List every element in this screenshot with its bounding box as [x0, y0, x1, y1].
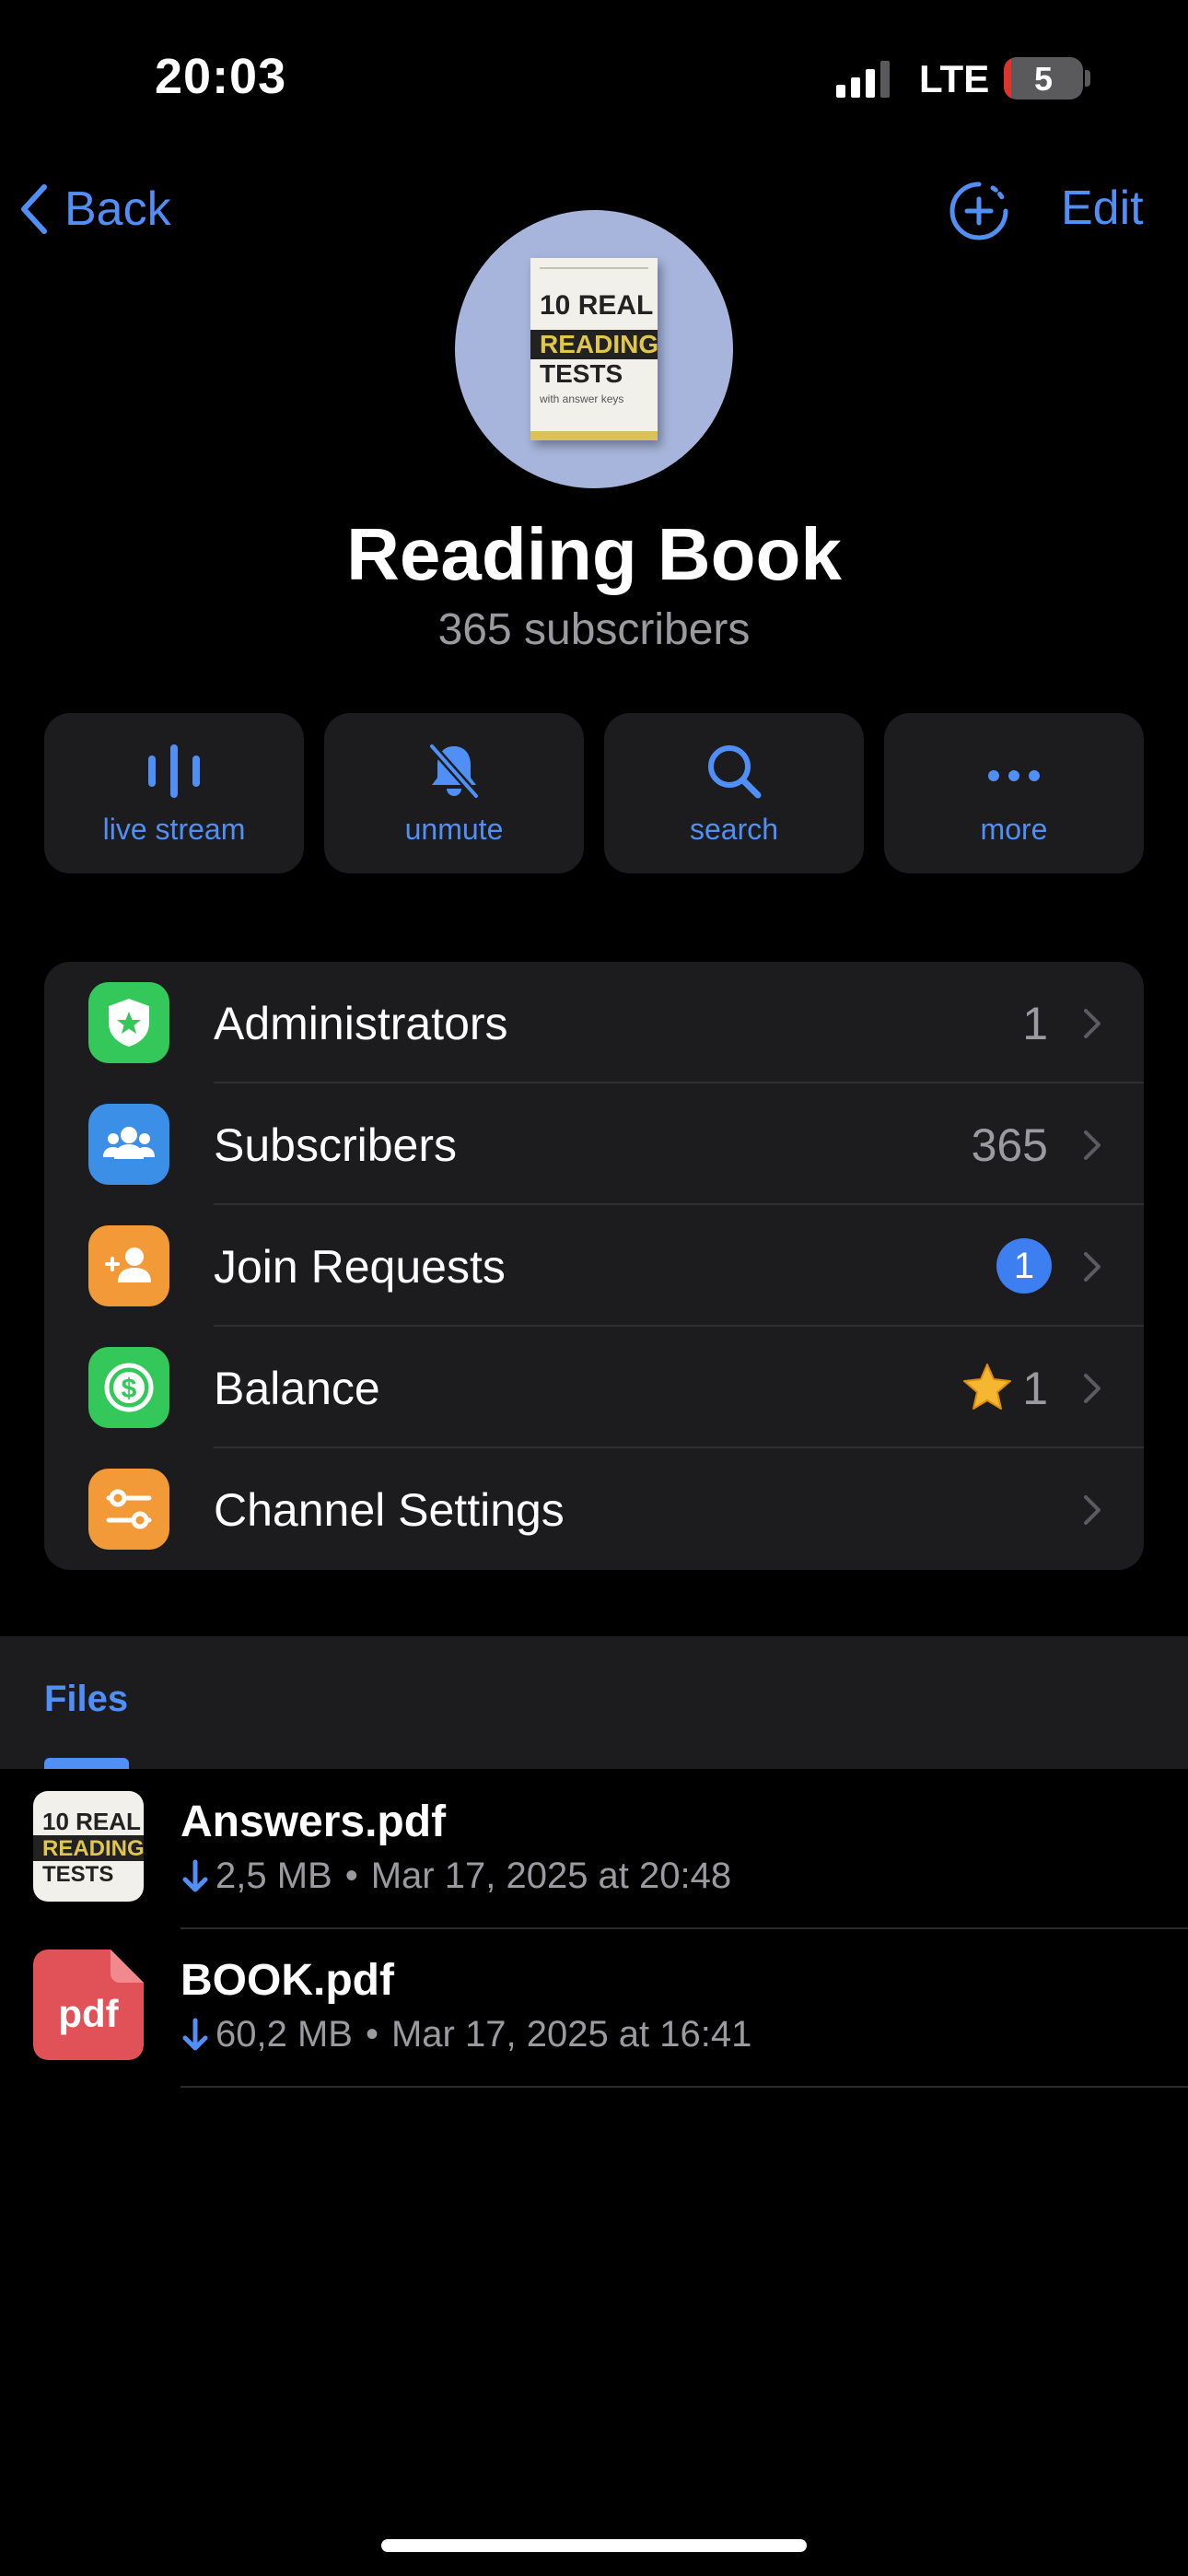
download-arrow-icon — [182, 1859, 208, 1891]
home-indicator[interactable] — [381, 2539, 807, 2552]
chevron-right-icon — [1084, 1009, 1101, 1038]
file-name: BOOK.pdf — [181, 1956, 394, 2005]
battery-icon: 5 — [1004, 57, 1083, 100]
network-label: LTE — [919, 57, 990, 100]
pdf-file-icon: pdf — [33, 1950, 144, 2060]
balance-label: Balance — [214, 1363, 380, 1414]
tab-indicator — [44, 1758, 129, 1769]
pdf-label: pdf — [58, 1992, 119, 2035]
media-tabs-bar — [0, 1636, 1188, 1769]
file-row[interactable]: 10 REAL READING TESTS Answers.pdf 2,5 MB… — [0, 1771, 1188, 1929]
live-stream-icon — [148, 744, 200, 798]
menu-row-channel-settings[interactable]: Channel Settings — [44, 1448, 1144, 1570]
meta-separator: • — [344, 1856, 358, 1896]
add-story-icon[interactable] — [949, 181, 1009, 241]
cover-line4: with answer keys — [540, 392, 624, 405]
search-button[interactable]: search — [604, 713, 864, 873]
file-size: 2,5 MB — [215, 1856, 332, 1896]
chevron-right-icon — [1084, 1252, 1101, 1282]
thumb-line3: TESTS — [42, 1862, 113, 1887]
cover-line1: 10 REAL — [540, 290, 654, 321]
chevron-right-icon — [1084, 1130, 1101, 1160]
star-icon — [963, 1364, 1011, 1410]
search-icon — [708, 745, 762, 799]
people-icon — [88, 1104, 169, 1185]
channel-avatar[interactable]: 10 REAL READING TESTS with answer keys — [455, 210, 733, 488]
edit-button[interactable]: Edit — [1061, 181, 1144, 236]
file-meta: 2,5 MB • Mar 17, 2025 at 20:48 — [181, 1856, 731, 1897]
subscriber-count: 365 subscribers — [437, 605, 751, 654]
file-row[interactable]: pdf BOOK.pdf 60,2 MB • Mar 17, 2025 at 1… — [0, 1929, 1188, 2088]
thumb-line2: READING — [42, 1836, 144, 1861]
chevron-right-icon — [1084, 1374, 1101, 1403]
bell-slash-icon — [428, 744, 480, 799]
more-button[interactable]: more — [884, 713, 1144, 873]
signal-icon — [836, 61, 890, 98]
live-stream-button[interactable]: live stream — [44, 713, 304, 873]
dollar-icon: $ — [88, 1347, 169, 1428]
channel-menu: Administrators 1 Subscribers 365 Join Re… — [44, 962, 1144, 1570]
channel-name: Reading Book — [346, 513, 842, 595]
file-name: Answers.pdf — [181, 1797, 447, 1846]
battery-level: 5 — [1033, 60, 1054, 98]
cover-line2: READING — [540, 330, 659, 358]
subscribers-count: 365 — [971, 1119, 1048, 1171]
join-requests-label: Join Requests — [214, 1241, 506, 1293]
download-arrow-icon — [182, 2018, 208, 2050]
meta-separator: • — [365, 2014, 379, 2055]
chevron-right-icon — [1084, 1495, 1101, 1525]
thumb-line1: 10 REAL — [42, 1808, 141, 1835]
ellipsis-icon — [988, 770, 1040, 781]
unmute-label: unmute — [404, 813, 504, 846]
file-meta: 60,2 MB • Mar 17, 2025 at 16:41 — [181, 2014, 751, 2055]
menu-row-join-requests[interactable]: Join Requests 1 — [44, 1205, 1144, 1327]
back-label: Back — [64, 182, 171, 236]
unmute-button[interactable]: unmute — [324, 713, 584, 873]
administrators-count: 1 — [1022, 998, 1048, 1049]
battery-cap — [1085, 70, 1090, 87]
channel-settings-label: Channel Settings — [214, 1484, 565, 1536]
book-cover-image: 10 REAL READING TESTS with answer keys — [530, 258, 658, 440]
more-label: more — [980, 813, 1048, 846]
menu-row-balance[interactable]: $ Balance 1 — [44, 1327, 1144, 1448]
file-size: 60,2 MB — [215, 2014, 353, 2055]
back-button[interactable]: Back — [18, 177, 171, 241]
svg-text:$: $ — [122, 1374, 137, 1404]
administrators-label: Administrators — [214, 998, 508, 1049]
person-add-icon — [88, 1225, 169, 1306]
live-stream-label: live stream — [102, 813, 246, 846]
menu-row-subscribers[interactable]: Subscribers 365 — [44, 1083, 1144, 1205]
tab-files[interactable]: Files — [44, 1679, 128, 1720]
action-bar: live stream unmute search more — [44, 713, 1144, 873]
subscribers-label: Subscribers — [214, 1119, 457, 1171]
balance-value: 1 — [1022, 1363, 1048, 1414]
sliders-icon — [88, 1469, 169, 1550]
chevron-left-icon — [21, 184, 47, 234]
file-thumbnail: 10 REAL READING TESTS — [33, 1791, 144, 1902]
menu-row-administrators[interactable]: Administrators 1 — [44, 962, 1144, 1083]
file-date: Mar 17, 2025 at 20:48 — [370, 1856, 732, 1896]
shield-star-icon — [88, 982, 169, 1063]
join-requests-badge: 1 — [996, 1238, 1052, 1294]
file-date: Mar 17, 2025 at 16:41 — [390, 2014, 752, 2055]
search-label: search — [689, 813, 779, 846]
status-time: 20:03 — [155, 49, 287, 104]
cover-line3: TESTS — [540, 359, 623, 388]
